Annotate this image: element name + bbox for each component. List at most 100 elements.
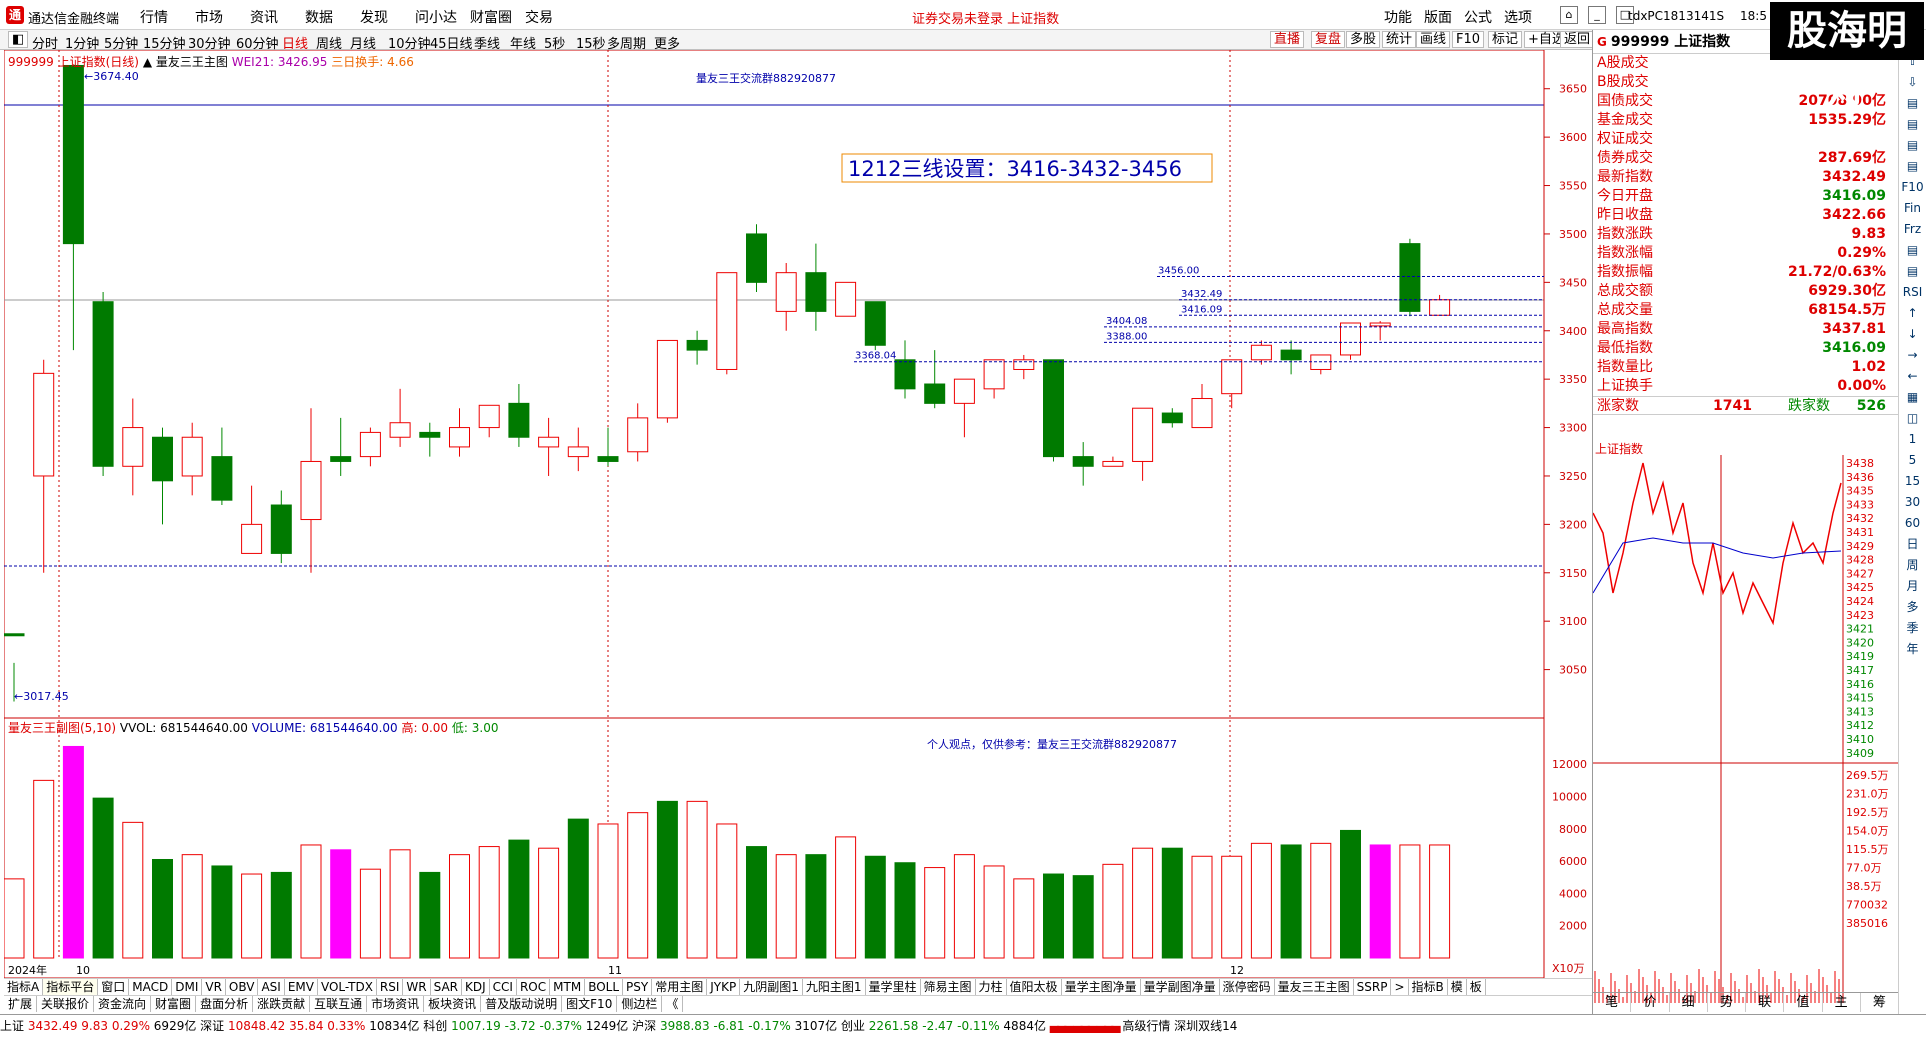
indicator-tab-14[interactable]: CCI [490, 979, 517, 995]
indicator-tab-8[interactable]: EMV [285, 979, 318, 995]
info-tab-12[interactable]: 《 [662, 996, 684, 1012]
sidebar-button-12[interactable]: RSI [1899, 282, 1926, 303]
sidebar-button-7[interactable]: F10 [1899, 177, 1926, 198]
menu-item[interactable]: 交易 [525, 7, 580, 27]
sidebar-button-22[interactable]: 30 [1899, 492, 1926, 513]
info-tab-2[interactable]: 资金流向 [94, 996, 152, 1012]
indicator-tab-27[interactable]: 量学主图净量 [1062, 979, 1141, 995]
indicator-tab-23[interactable]: 量学里柱 [866, 979, 921, 995]
quote-tab-4[interactable]: 联 [1746, 993, 1785, 1012]
legend-indicator[interactable]: ▲ 量友三王主图 [143, 55, 228, 69]
lock-icon[interactable]: ⌂ [1560, 6, 1578, 24]
indicator-tab-7[interactable]: ASI [258, 979, 285, 995]
menu-item[interactable]: 功能 [1378, 7, 1418, 27]
login-notice[interactable]: 证券交易未登录 上证指数 [912, 8, 1059, 27]
sidebar-button-13[interactable]: ↑ [1899, 303, 1926, 324]
idx-name[interactable]: 科创 [423, 1019, 447, 1033]
info-tab-4[interactable]: 盘面分析 [196, 996, 254, 1012]
sidebar-button-3[interactable]: ▤ [1899, 93, 1926, 114]
quote-tab-1[interactable]: 价 [1631, 993, 1670, 1012]
tool-button-8[interactable]: 返回 [1560, 31, 1595, 48]
info-tab-3[interactable]: 财富圈 [151, 996, 197, 1012]
intraday-chart[interactable]: 上证指数 343834363435343334323431342934283427… [1593, 432, 1899, 1014]
idx-name[interactable]: 创业 [841, 1019, 865, 1033]
sidebar-button-19[interactable]: 1 [1899, 429, 1926, 450]
sidebar-button-27[interactable]: 多 [1899, 597, 1926, 618]
sidebar-button-28[interactable]: 季 [1899, 618, 1926, 639]
indicator-tab-10[interactable]: RSI [377, 979, 404, 995]
layout-icon[interactable]: ◧ [8, 31, 29, 48]
quote-tab-7[interactable]: 筹 [1861, 993, 1899, 1012]
quote-tab-5[interactable]: 值 [1784, 993, 1823, 1012]
indicator-tab-32[interactable]: > [1391, 979, 1409, 995]
idx-name[interactable]: 沪深 [632, 1019, 656, 1033]
indicator-tab-26[interactable]: 值阳太极 [1007, 979, 1062, 995]
menu-item[interactable]: 选项 [1498, 7, 1538, 27]
info-tab-9[interactable]: 普及版动说明 [481, 996, 563, 1012]
indicator-tab-25[interactable]: 力柱 [976, 979, 1007, 995]
info-tab-5[interactable]: 涨跌贡献 [253, 996, 311, 1012]
indicator-tab-1[interactable]: 指标平台 [43, 979, 99, 995]
info-tab-6[interactable]: 互联互通 [310, 996, 368, 1012]
indicator-tab-31[interactable]: SSRP [1354, 979, 1392, 995]
menu-item[interactable]: 市场 [195, 7, 250, 27]
sidebar-button-29[interactable]: 年 [1899, 639, 1926, 660]
sidebar-button-9[interactable]: Frz [1899, 219, 1926, 240]
sidebar-button-25[interactable]: 周 [1899, 555, 1926, 576]
menu-item[interactable]: 数据 [305, 7, 360, 27]
sidebar-button-15[interactable]: → [1899, 345, 1926, 366]
sidebar-button-14[interactable]: ↓ [1899, 324, 1926, 345]
minimize-icon[interactable]: _ [1588, 6, 1606, 24]
info-tab-7[interactable]: 市场资讯 [367, 996, 425, 1012]
sidebar-button-16[interactable]: ← [1899, 366, 1926, 387]
indicator-tab-13[interactable]: KDJ [462, 979, 490, 995]
tool-button-2[interactable]: 多股 [1346, 31, 1381, 48]
indicator-tab-20[interactable]: JYKP [707, 979, 741, 995]
info-tab-0[interactable]: 扩展 [4, 996, 38, 1012]
sidebar-button-26[interactable]: 月 [1899, 576, 1926, 597]
sidebar-button-10[interactable]: ▤ [1899, 240, 1926, 261]
sidebar-button-11[interactable]: ▤ [1899, 261, 1926, 282]
indicator-tab-21[interactable]: 九阴副图1 [740, 979, 803, 995]
indicator-tab-35[interactable]: 板 [1467, 979, 1486, 995]
indicator-tab-16[interactable]: MTM [550, 979, 586, 995]
indicator-tab-34[interactable]: 模 [1448, 979, 1467, 995]
indicator-tab-19[interactable]: 常用主图 [652, 979, 708, 995]
menu-item[interactable]: 公式 [1458, 7, 1498, 27]
indicator-tab-24[interactable]: 筛易主图 [921, 979, 976, 995]
menu-item[interactable]: 问小达 [415, 7, 470, 27]
indicator-tab-28[interactable]: 量学副图净量 [1141, 979, 1220, 995]
indicator-tab-2[interactable]: 窗口 [98, 979, 130, 995]
tool-button-3[interactable]: 统计 [1382, 31, 1417, 48]
sidebar-button-21[interactable]: 15 [1899, 471, 1926, 492]
sidebar-button-5[interactable]: ▤ [1899, 135, 1926, 156]
sidebar-button-18[interactable]: ◫ [1899, 408, 1926, 429]
indicator-tab-4[interactable]: DMI [172, 979, 203, 995]
menu-item[interactable]: 财富圈 [470, 7, 525, 27]
indicator-tab-3[interactable]: MACD [129, 979, 173, 995]
indicator-tab-9[interactable]: VOL-TDX [318, 979, 377, 995]
tool-button-5[interactable]: F10 [1452, 31, 1485, 48]
quote-tab-2[interactable]: 细 [1670, 993, 1708, 1012]
sidebar-button-20[interactable]: 5 [1899, 450, 1926, 471]
indicator-tab-17[interactable]: BOLL [585, 979, 624, 995]
indicator-tab-6[interactable]: OBV [226, 979, 259, 995]
indicator-tab-15[interactable]: ROC [517, 979, 551, 995]
menu-item[interactable]: 发现 [360, 7, 415, 27]
menu-item[interactable]: 行情 [140, 7, 195, 27]
indicator-tab-5[interactable]: VR [202, 979, 226, 995]
indicator-tab-29[interactable]: 涨停密码 [1220, 979, 1275, 995]
quote-tab-0[interactable]: 笔 [1593, 993, 1632, 1012]
market-info[interactable]: 高级行情 深圳双线14 [1122, 1019, 1237, 1033]
sidebar-button-2[interactable]: ⇩ [1899, 72, 1926, 93]
indicator-tab-0[interactable]: 指标A [4, 979, 44, 995]
sidebar-button-6[interactable]: ▤ [1899, 156, 1926, 177]
indicator-tab-22[interactable]: 九阳主图1 [803, 979, 866, 995]
sidebar-button-24[interactable]: 日 [1899, 534, 1926, 555]
info-tab-10[interactable]: 图文F10 [562, 996, 618, 1012]
indicator-tab-33[interactable]: 指标B [1409, 979, 1448, 995]
indicator-tab-18[interactable]: PSY [623, 979, 653, 995]
indicator-tab-11[interactable]: WR [403, 979, 431, 995]
quote-tab-6[interactable]: 主 [1823, 993, 1861, 1012]
tool-button-1[interactable]: 复盘 [1311, 31, 1346, 48]
